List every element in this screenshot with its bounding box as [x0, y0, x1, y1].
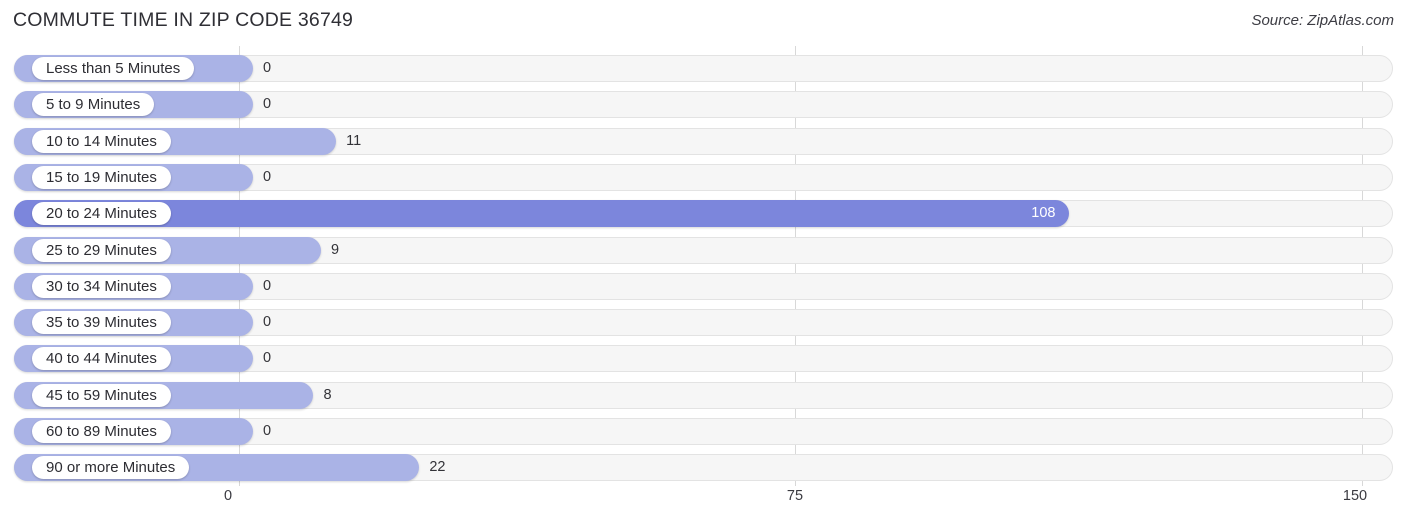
x-axis-tick-label: 150: [1342, 488, 1368, 504]
bar-category-label: 10 to 14 Minutes: [32, 129, 171, 153]
x-axis: 0 75 150: [0, 486, 1406, 523]
bar-value-label: 0: [263, 168, 272, 185]
bar-row: 9 25 to 29 Minutes: [14, 236, 1393, 264]
bar-value-label: 0: [263, 277, 272, 294]
bar-category-label: 5 to 9 Minutes: [32, 93, 155, 117]
bar-row: 0 60 to 89 Minutes: [14, 418, 1393, 445]
bar-value-label: 11: [346, 132, 362, 149]
bar-value-label: 0: [263, 60, 272, 76]
bar-category-label: 60 to 89 Minutes: [32, 420, 171, 443]
bar-value-label: 108: [1031, 205, 1056, 222]
bar-row: 0 15 to 19 Minutes: [14, 163, 1393, 191]
bar-value-label: 0: [263, 423, 272, 439]
bar-category-label: 30 to 34 Minutes: [32, 274, 171, 298]
bar-category-label: 40 to 44 Minutes: [32, 347, 171, 371]
bar-row: 0 40 to 44 Minutes: [14, 345, 1393, 373]
x-axis-tick-label: 75: [786, 488, 804, 504]
chart-header: COMMUTE TIME IN ZIP CODE 36749 Source: Z…: [0, 0, 1406, 46]
bar-category-label: 90 or more Minutes: [32, 456, 190, 480]
bar-value-label: 0: [263, 96, 272, 113]
bar-row: 108 20 to 24 Minutes: [14, 200, 1393, 228]
bar-row: 11 10 to 14 Minutes: [14, 127, 1393, 155]
chart-plot-area: 0 Less than 5 Minutes 0 5 to 9 Minutes 11 10 …: [0, 46, 1406, 486]
bar-row: 22 90 or more Minutes: [14, 454, 1393, 482]
x-axis-tick-label: 0: [223, 488, 233, 504]
bar[interactable]: 108: [14, 200, 1070, 228]
bar-value-label: 22: [429, 459, 446, 476]
bar-value-label: 0: [263, 314, 272, 331]
bar-row: 0 Less than 5 Minutes: [14, 55, 1393, 82]
bar-row: 8 45 to 59 Minutes: [14, 381, 1393, 409]
bar-category-label: 25 to 29 Minutes: [32, 238, 171, 262]
bar-category-label: 35 to 39 Minutes: [32, 311, 171, 335]
bar-category-label: 15 to 19 Minutes: [32, 165, 171, 189]
bar-row: 0 5 to 9 Minutes: [14, 91, 1393, 119]
page-title: COMMUTE TIME IN ZIP CODE 36749: [13, 9, 354, 31]
source-attribution: Source: ZipAtlas.com: [1251, 12, 1394, 29]
bar-row: 0 35 to 39 Minutes: [14, 309, 1393, 337]
bar-category-label: 20 to 24 Minutes: [32, 202, 171, 226]
bar-rows: 0 Less than 5 Minutes 0 5 to 9 Minutes 11 10 …: [0, 46, 1406, 486]
bar-value-label: 9: [331, 241, 340, 258]
bar-category-label: 45 to 59 Minutes: [32, 383, 171, 407]
bar-value-label: 8: [323, 386, 332, 403]
bar-value-label: 0: [263, 350, 272, 367]
bar-category-label: Less than 5 Minutes: [32, 57, 195, 80]
bar-row: 0 30 to 34 Minutes: [14, 272, 1393, 300]
